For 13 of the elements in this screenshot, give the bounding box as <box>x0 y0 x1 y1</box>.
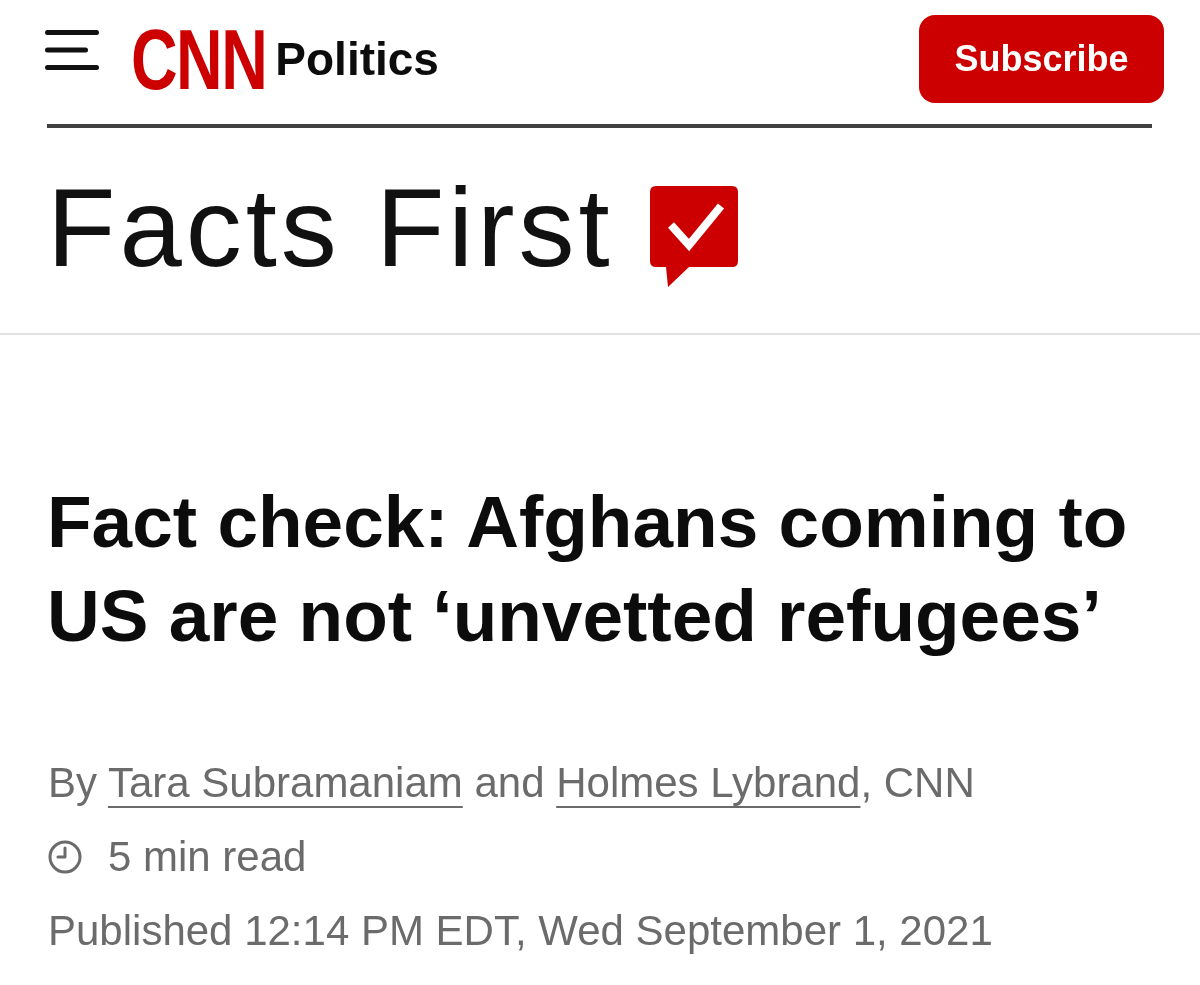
menu-icon[interactable] <box>45 30 99 70</box>
byline: By Tara Subramaniam and Holmes Lybrand, CNN <box>48 758 975 808</box>
section-link[interactable]: Politics <box>275 36 439 82</box>
article-headline: Fact check: Afghans coming to US are not ‘unvetted refugees’ <box>47 480 1129 658</box>
author-link[interactable]: Tara Subramaniam <box>107 759 463 806</box>
banner-title: Facts First <box>47 172 614 284</box>
clock-icon <box>48 840 82 874</box>
read-time: 5 min read <box>108 832 307 882</box>
published-date: Published 12:14 PM EDT, Wed September 1, 2021 <box>48 906 993 956</box>
subscribe-button[interactable]: Subscribe <box>919 15 1164 103</box>
speech-bubble-check-icon <box>649 186 738 287</box>
cnn-logo[interactable]: CNN <box>131 27 267 91</box>
author-link[interactable]: Holmes Lybrand <box>556 759 861 806</box>
